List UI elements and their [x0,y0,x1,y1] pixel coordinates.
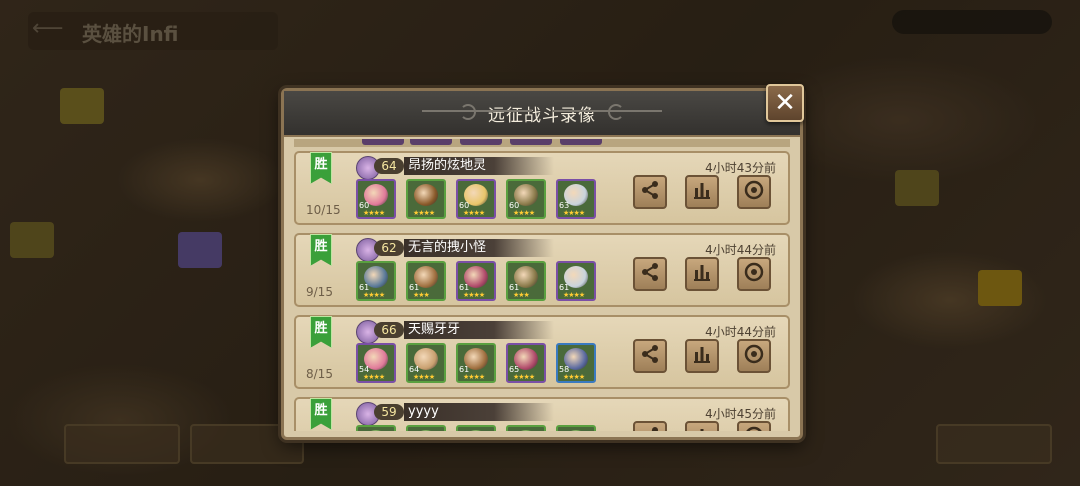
replay-button[interactable] [737,339,771,373]
hero-portrait[interactable] [556,425,596,431]
hero-face-icon [414,184,438,206]
stats-button[interactable] [685,339,719,373]
hero-portrait[interactable]: 61 ★★★★ [556,261,596,301]
close-button[interactable]: ✕ [766,84,804,122]
hero-stars: ★★★★ [363,209,385,217]
record-card[interactable]: 胜 8/15 66 天赐牙牙 4小时44分前 54 ★★★★ 64 ★★★★ 61 ★★… [294,315,790,389]
share-button[interactable] [633,339,667,373]
win-badge: 胜 [310,316,332,348]
hero-portrait[interactable]: 60 ★★★★ [506,179,546,219]
stats-button[interactable] [685,257,719,291]
hero-face-icon [364,430,388,431]
battle-replay-dialog: 远征战斗录像 胜 10/15 64 昂扬的炫地灵 4小时43分前 60 ★★★★ ★★★… [281,88,803,440]
hero-portrait[interactable]: 61 ★★★★ [456,261,496,301]
replay-button[interactable] [737,257,771,291]
replay-button[interactable] [737,175,771,209]
header-ornament [422,110,532,112]
hero-stars: ★★★★ [463,209,485,217]
hero-portrait[interactable]: 65 ★★★★ [506,343,546,383]
hero-stars: ★★★★ [563,209,585,217]
stats-button[interactable] [685,421,719,431]
player-name: 昂扬的炫地灵 [408,158,487,173]
hero-portrait[interactable]: 60 ★★★★ [456,179,496,219]
hero-portrait[interactable]: 54 ★★★★ [356,343,396,383]
ornament-curl-icon [460,104,476,120]
hero-stars: ★★★★ [463,291,485,299]
player-level: 64 [374,158,404,174]
hero-portrait[interactable] [456,425,496,431]
player-name: 天赐牙牙 [408,322,461,337]
bar-chart-icon [692,262,712,286]
hero-portrait[interactable] [406,425,446,431]
hero-face-icon [514,430,538,431]
stage-progress: 8/15 [306,367,333,381]
player-level: 66 [374,322,404,338]
hero-stars: ★★★★ [563,291,585,299]
header-ornament [552,110,662,112]
share-button[interactable] [633,421,667,431]
hero-stars: ★★★ [513,291,530,299]
stats-button[interactable] [685,175,719,209]
stage-progress: 9/15 [306,285,333,299]
hero-stars: ★★★★ [563,373,585,381]
hero-portrait[interactable]: 61 ★★★★ [356,261,396,301]
replay-icon [744,426,764,431]
hero-stars: ★★★★ [363,373,385,381]
player-level: 62 [374,240,404,256]
share-icon [640,180,660,204]
record-card[interactable]: 胜 10/15 64 昂扬的炫地灵 4小时43分前 60 ★★★★ ★★★★ 60 ★★… [294,151,790,225]
record-list[interactable]: 胜 10/15 64 昂扬的炫地灵 4小时43分前 60 ★★★★ ★★★★ 60 ★★… [294,139,790,431]
hero-portrait[interactable]: ★★★★ [406,179,446,219]
player-name: 无言的拽小怪 [408,240,487,255]
hero-portrait[interactable]: 58 ★★★★ [556,343,596,383]
record-time: 4小时44分前 [705,243,776,257]
hero-stars: ★★★★ [513,209,535,217]
previous-record-peek [294,139,790,147]
dialog-title: 远征战斗录像 [488,105,596,126]
hero-portrait[interactable]: 60 ★★★★ [356,179,396,219]
bar-chart-icon [692,426,712,431]
record-time: 4小时43分前 [705,161,776,175]
hero-portrait[interactable] [356,425,396,431]
hero-stars: ★★★ [413,291,430,299]
win-badge: 胜 [310,234,332,266]
bar-chart-icon [692,180,712,204]
hero-portrait[interactable] [506,425,546,431]
share-button[interactable] [633,257,667,291]
dialog-header: 远征战斗录像 [284,91,800,137]
hero-portrait[interactable]: 61 ★★★ [506,261,546,301]
record-card[interactable]: 胜 9/15 62 无言的拽小怪 4小时44分前 61 ★★★★ 61 ★★★ 61 ★… [294,233,790,307]
share-icon [640,426,660,431]
ornament-curl-icon [608,104,624,120]
close-icon: ✕ [774,88,796,118]
win-badge: 胜 [310,398,332,430]
bar-chart-icon [692,344,712,368]
hero-stars: ★★★★ [463,373,485,381]
hero-stars: ★★★★ [413,209,435,217]
record-time: 4小时45分前 [705,407,776,421]
hero-portrait[interactable]: 61 ★★★★ [456,343,496,383]
win-badge: 胜 [310,152,332,184]
share-icon [640,344,660,368]
player-name: yyyy [408,404,439,419]
player-level: 59 [374,404,404,420]
stage-progress: 10/15 [306,203,341,217]
hero-face-icon [464,430,488,431]
hero-stars: ★★★★ [413,373,435,381]
replay-button[interactable] [737,421,771,431]
share-icon [640,262,660,286]
record-time: 4小时44分前 [705,325,776,339]
hero-stars: ★★★★ [363,291,385,299]
hero-face-icon [564,430,588,431]
share-button[interactable] [633,175,667,209]
hero-face-icon [414,430,438,431]
hero-portrait[interactable]: 63 ★★★★ [556,179,596,219]
replay-icon [744,180,764,204]
record-card[interactable]: 胜 59 yyyy 4小时45分前 [294,397,790,431]
hero-stars: ★★★★ [513,373,535,381]
replay-icon [744,344,764,368]
hero-portrait[interactable]: 61 ★★★ [406,261,446,301]
hero-portrait[interactable]: 64 ★★★★ [406,343,446,383]
replay-icon [744,262,764,286]
